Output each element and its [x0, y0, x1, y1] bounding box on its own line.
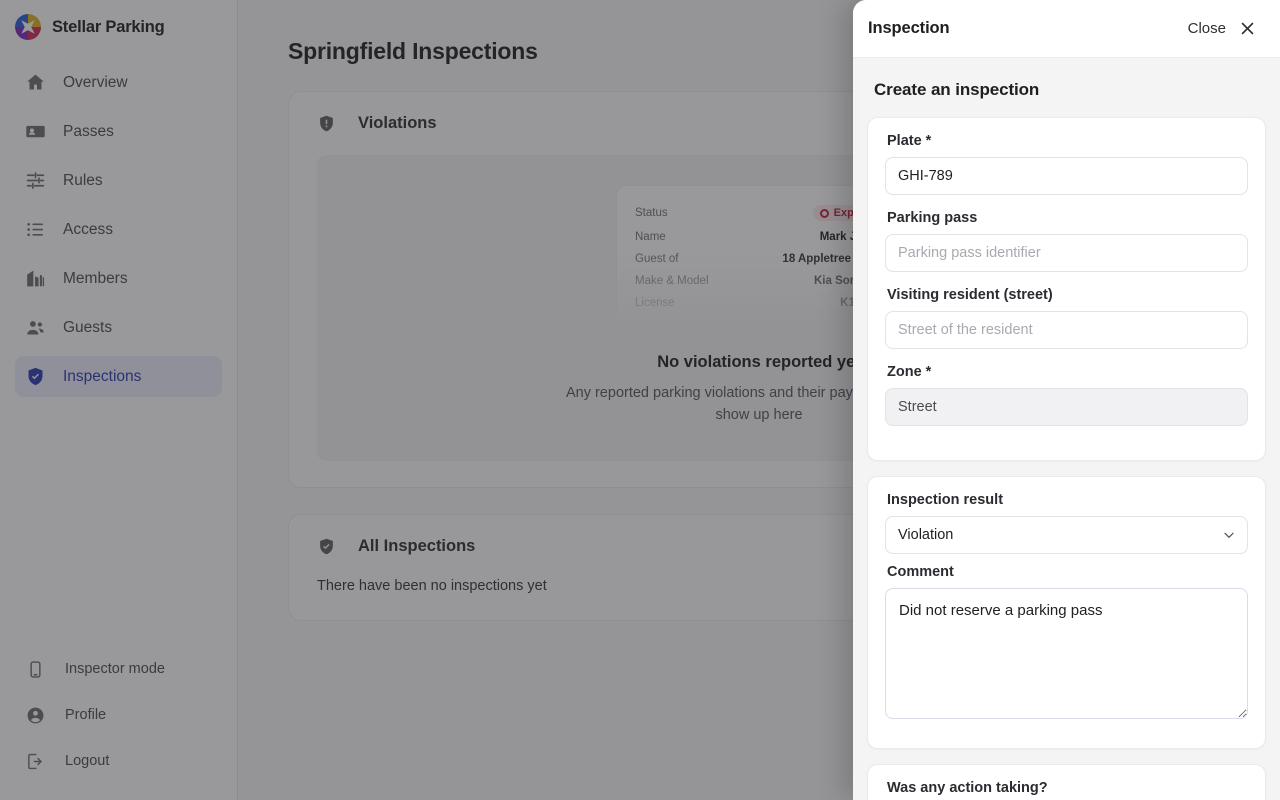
visiting-resident-field[interactable]	[885, 311, 1248, 349]
parking-pass-label: Parking pass	[887, 210, 978, 226]
inspection-panel: Inspection Close Create an inspection Pl…	[853, 0, 1280, 800]
plate-field[interactable]	[885, 157, 1248, 195]
section-vehicle-details: Plate * Parking pass Visiting resident (…	[867, 117, 1266, 461]
panel-body: Create an inspection Plate * Parking pas…	[853, 58, 1280, 800]
field-parking-pass: Parking pass	[885, 210, 1248, 282]
panel-header: Inspection Close	[853, 0, 1280, 58]
inspection-result-label: Inspection result	[887, 492, 1004, 508]
plate-label: Plate *	[887, 133, 932, 149]
zone-label: Zone *	[887, 364, 932, 380]
field-comment: Comment Did not reserve a parking pass	[885, 564, 1248, 724]
close-panel-button[interactable]: Close	[1188, 20, 1256, 37]
field-inspection-result: Inspection result Violation No violation	[885, 492, 1248, 554]
inspection-result-select[interactable]: Violation No violation	[885, 516, 1248, 554]
section-inspection-result: Inspection result Violation No violation…	[867, 476, 1266, 749]
zone-field[interactable]	[885, 388, 1248, 426]
comment-textarea[interactable]: Did not reserve a parking pass	[885, 588, 1248, 719]
field-action-taken: Was any action taking?	[885, 780, 1248, 800]
panel-heading: Create an inspection	[874, 80, 1040, 99]
visiting-resident-label: Visiting resident (street)	[887, 287, 1053, 303]
close-button-label: Close	[1187, 20, 1226, 37]
field-visiting-resident: Visiting resident (street)	[885, 287, 1248, 359]
action-taken-label: Was any action taking?	[887, 780, 1048, 796]
comment-label: Comment	[887, 564, 954, 580]
parking-pass-field[interactable]	[885, 234, 1248, 272]
field-zone: Zone *	[885, 364, 1248, 436]
panel-title: Inspection	[868, 19, 950, 37]
close-icon[interactable]	[1239, 20, 1256, 37]
section-action-taken: Was any action taking?	[867, 764, 1266, 800]
field-plate: Plate *	[885, 133, 1248, 205]
